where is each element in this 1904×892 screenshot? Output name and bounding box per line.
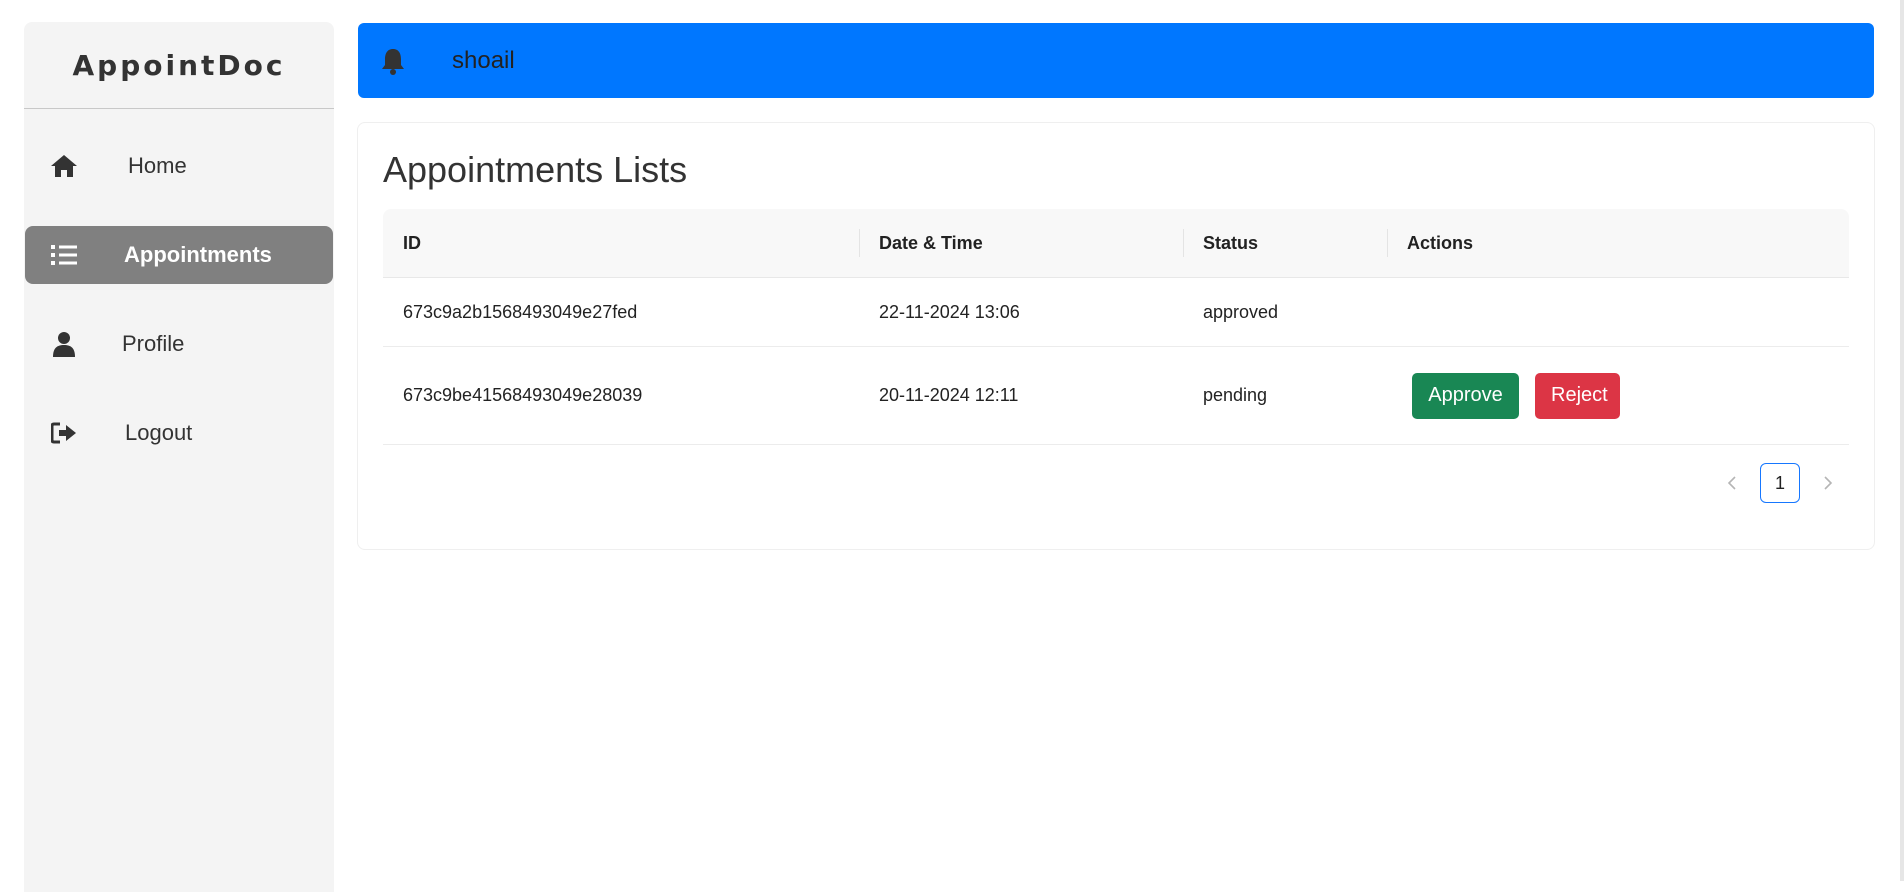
sidebar-item-label: Logout — [125, 420, 193, 445]
cell-actions — [1387, 278, 1407, 346]
table-header: ID Date & Time Status Actions — [383, 209, 1849, 278]
sidebar-item-profile[interactable]: Profile — [25, 315, 333, 373]
column-header-datetime: Date & Time — [859, 209, 983, 277]
sidebar-item-label: Home — [128, 153, 187, 178]
sidebar-menu: Home Appointments Profile Logout — [24, 137, 334, 462]
prev-page-icon[interactable] — [1716, 463, 1748, 503]
sidebar-item-label: Profile — [122, 331, 185, 356]
home-icon — [49, 151, 79, 181]
cell-datetime: 20-11-2024 12:11 — [879, 385, 1019, 405]
list-icon — [49, 240, 79, 270]
table-row: 673c9be41568493049e28039 20-11-2024 12:1… — [383, 347, 1849, 445]
reject-button[interactable]: Reject — [1535, 372, 1620, 419]
appointments-card: Appointments Lists ID Date & Time Status… — [357, 122, 1875, 550]
cell-status: pending — [1203, 385, 1268, 405]
appointments-table: ID Date & Time Status Actions 673c9a2b15… — [383, 209, 1849, 445]
cell-actions: Approve Reject — [1387, 347, 1636, 444]
page-title: Appointments Lists — [383, 149, 688, 190]
next-page-icon[interactable] — [1812, 463, 1844, 503]
cell-datetime: 22-11-2024 13:06 — [879, 301, 1020, 322]
column-header-id: ID — [403, 233, 421, 253]
brand-logo: AppointDoc — [24, 22, 334, 109]
column-header-actions: Actions — [1387, 209, 1473, 277]
sidebar-item-label: Appointments — [124, 242, 272, 267]
username: shoail — [452, 46, 515, 74]
sidebar-item-appointments[interactable]: Appointments — [25, 226, 333, 284]
page-number[interactable]: 1 — [1760, 463, 1800, 503]
logout-icon — [49, 418, 79, 448]
cell-status: approved — [1203, 301, 1279, 322]
cell-id: 673c9be41568493049e28039 — [403, 385, 643, 405]
bell-icon[interactable] — [380, 47, 406, 75]
pagination: 1 — [1716, 463, 1844, 503]
user-icon — [49, 329, 79, 359]
sidebar: AppointDoc Home Appointments Profile Log… — [24, 22, 334, 892]
top-header: shoail — [358, 23, 1874, 98]
approve-button[interactable]: Approve — [1412, 372, 1519, 419]
column-header-status: Status — [1183, 209, 1258, 277]
scrollbar[interactable] — [1900, 0, 1904, 881]
sidebar-item-home[interactable]: Home — [25, 137, 333, 195]
sidebar-item-logout[interactable]: Logout — [25, 404, 333, 462]
table-row: 673c9a2b1568493049e27fed 22-11-2024 13:0… — [383, 278, 1849, 347]
cell-id: 673c9a2b1568493049e27fed — [403, 301, 638, 322]
